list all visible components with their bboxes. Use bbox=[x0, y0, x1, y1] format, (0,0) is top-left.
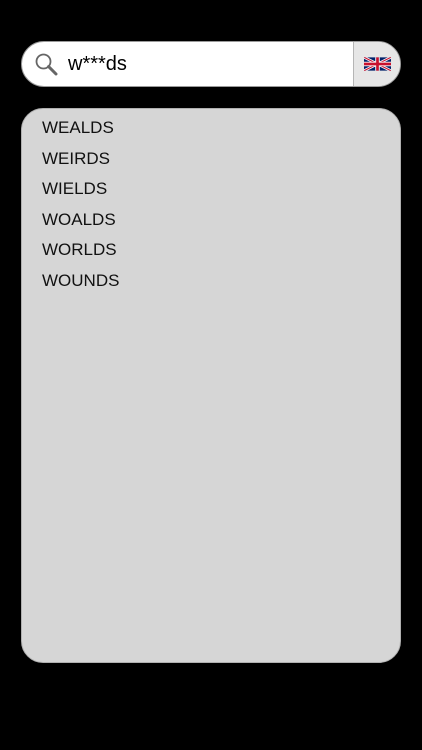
language-button[interactable] bbox=[353, 42, 400, 86]
result-item[interactable]: WOALDS bbox=[22, 205, 400, 236]
app-screen: WEALDS WEIRDS WIELDS WOALDS WORLDS WOUND… bbox=[0, 0, 422, 750]
result-item[interactable]: WOUNDS bbox=[22, 266, 400, 297]
search-icon bbox=[35, 53, 58, 76]
uk-flag-icon bbox=[363, 57, 391, 71]
result-item[interactable]: WORLDS bbox=[22, 235, 400, 266]
results-list: WEALDS WEIRDS WIELDS WOALDS WORLDS WOUND… bbox=[22, 109, 400, 296]
results-panel: WEALDS WEIRDS WIELDS WOALDS WORLDS WOUND… bbox=[21, 108, 401, 663]
result-item[interactable]: WEALDS bbox=[22, 113, 400, 144]
result-item[interactable]: WEIRDS bbox=[22, 144, 400, 175]
search-bar bbox=[21, 41, 401, 87]
search-input[interactable] bbox=[58, 42, 353, 86]
result-item[interactable]: WIELDS bbox=[22, 174, 400, 205]
